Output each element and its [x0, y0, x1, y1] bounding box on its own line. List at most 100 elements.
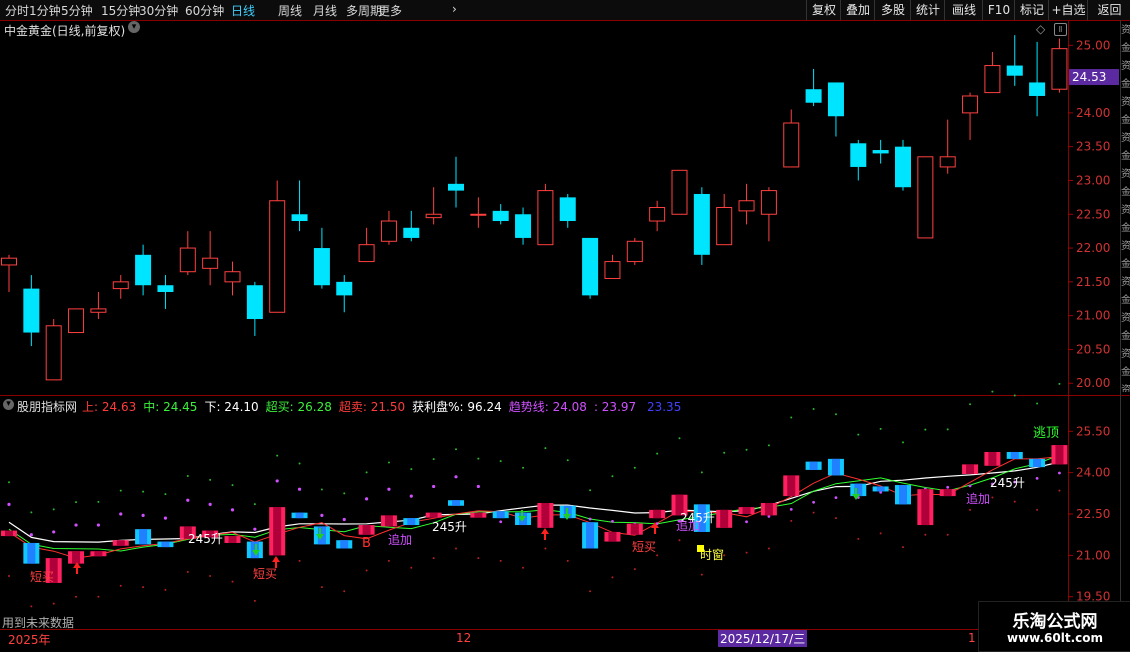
ind-bar-core-17: [384, 515, 393, 527]
trend-dot-13: [297, 487, 302, 491]
indicator-value-8: 23.35: [643, 400, 682, 414]
trend-dot-36: [812, 500, 815, 504]
oversold-dot-39: [879, 532, 882, 535]
candle-body-28: [626, 240, 643, 263]
ind-bar-core-32: [720, 509, 729, 528]
indicator-chevron-icon[interactable]: ▾: [3, 399, 14, 410]
oversold-dot-36: [812, 511, 815, 514]
price-tick-6: 22.00: [1076, 241, 1110, 255]
oversold-dot-29: [656, 554, 659, 557]
ind-tick-3: 21.00: [1076, 548, 1110, 562]
ind-tick-2: 22.50: [1076, 507, 1110, 521]
signal-label-0: 短买: [30, 570, 54, 584]
candle-body-0: [1, 257, 17, 266]
oversold-dot-20: [455, 547, 457, 550]
candle-body-30: [671, 169, 688, 215]
trend-dot-12: [275, 479, 279, 483]
oversold-dot-22: [499, 559, 502, 562]
candle-body-29: [649, 207, 666, 222]
oversold-dot-37: [834, 517, 837, 520]
oversold-dot-15: [343, 590, 346, 593]
overbought-dot-17: [387, 461, 390, 464]
overbought-dot-25: [566, 459, 569, 462]
ind-bar-core-4: [94, 551, 103, 557]
overbought-dot-15: [343, 492, 346, 495]
candle-body-15: [336, 281, 353, 296]
oversold-dot-21: [477, 557, 480, 560]
overbought-dot-3: [75, 501, 78, 504]
ind-bar-core-28: [630, 523, 639, 535]
timeline-cursor-date: 2025/12/17/三: [718, 630, 808, 647]
candle-body-14: [313, 248, 330, 286]
trend-dot-19: [432, 484, 436, 489]
oversold-dot-8: [186, 570, 189, 573]
oversold-dot-4: [97, 595, 100, 598]
overbought-dot-36: [812, 407, 815, 410]
overbought-dot-21: [477, 457, 480, 460]
signal-label-2: 短买: [632, 540, 656, 554]
trend-dot-4: [96, 523, 100, 527]
trend-dot-35: [789, 507, 793, 511]
ind-bar-core-35: [787, 475, 796, 497]
candle-body-22: [492, 210, 509, 222]
ind-bar-core-45: [1010, 451, 1019, 459]
oversold-dot-10: [231, 580, 234, 583]
indicator-name: 股朋指标网: [17, 400, 78, 414]
price-tick-9: 20.50: [1076, 342, 1110, 356]
candle-body-46: [1029, 82, 1046, 96]
candle-body-13: [291, 214, 308, 222]
candle-body-31: [693, 193, 710, 255]
ind-bar-core-11: [250, 541, 259, 559]
ind-bar-core-26: [586, 522, 595, 549]
overbought-dot-26: [589, 489, 592, 492]
ind-bar-core-16: [362, 525, 371, 535]
overbought-dot-42: [946, 428, 949, 431]
chevron-down-icon[interactable]: ▾: [128, 21, 140, 33]
trend-dot-7: [163, 516, 168, 520]
oversold-dot-11: [253, 599, 256, 602]
kline-chart[interactable]: 25.0024.5024.0023.5023.0022.5022.0021.50…: [0, 0, 1130, 650]
overbought-dot-34: [767, 444, 770, 447]
buy-arrow-icon-2: [541, 528, 549, 540]
overbought-dot-38: [857, 433, 860, 436]
signal-label-10: 时窗: [700, 548, 724, 562]
overbought-dot-0: [8, 481, 10, 484]
oversold-dot-5: [119, 584, 122, 587]
ind-bar-core-29: [653, 509, 662, 519]
watermark-url: www.60lt.com: [1006, 631, 1104, 645]
signal-label-12: B: [362, 536, 371, 551]
ind-bar-core-37: [831, 458, 840, 476]
oversold-dot-19: [432, 557, 435, 560]
ind-bar-core-3: [72, 551, 81, 564]
oversold-dot-47: [1058, 489, 1061, 492]
price-tick-10: 20.00: [1076, 376, 1110, 390]
diamond-icon[interactable]: ◇: [1036, 22, 1045, 36]
ind-bar-core-19: [429, 512, 438, 518]
oversold-dot-16: [365, 569, 368, 572]
timeline-tail: 1: [968, 631, 976, 645]
ind-bar-core-43: [966, 464, 975, 475]
overbought-dot-30: [678, 437, 681, 440]
ind-bar-core-44: [988, 451, 997, 466]
price-tick-0: 25.00: [1076, 38, 1110, 52]
ind-bar-core-12: [273, 507, 282, 556]
ind-tick-1: 24.00: [1076, 466, 1110, 480]
settings-icon[interactable]: Ⅱ: [1054, 23, 1067, 36]
price-tick-3: 23.50: [1076, 140, 1110, 154]
oversold-dot-28: [633, 568, 636, 571]
oversold-dot-7: [164, 588, 167, 591]
candle-body-34: [760, 190, 777, 215]
candle-body-25: [559, 197, 576, 222]
overbought-dot-14: [320, 488, 323, 491]
trend-dot-21: [476, 484, 480, 489]
candle-body-19: [425, 213, 442, 219]
overbought-dot-39: [879, 427, 882, 430]
trend-dot-33: [745, 520, 748, 524]
ind-bar-core-22: [496, 511, 505, 519]
overbought-dot-29: [656, 452, 659, 455]
candle-body-45: [1006, 65, 1023, 76]
overbought-dot-13: [298, 462, 301, 465]
signal-label-8: 追加: [676, 518, 700, 533]
candle-body-17: [380, 220, 397, 242]
candle-body-2: [45, 325, 62, 381]
